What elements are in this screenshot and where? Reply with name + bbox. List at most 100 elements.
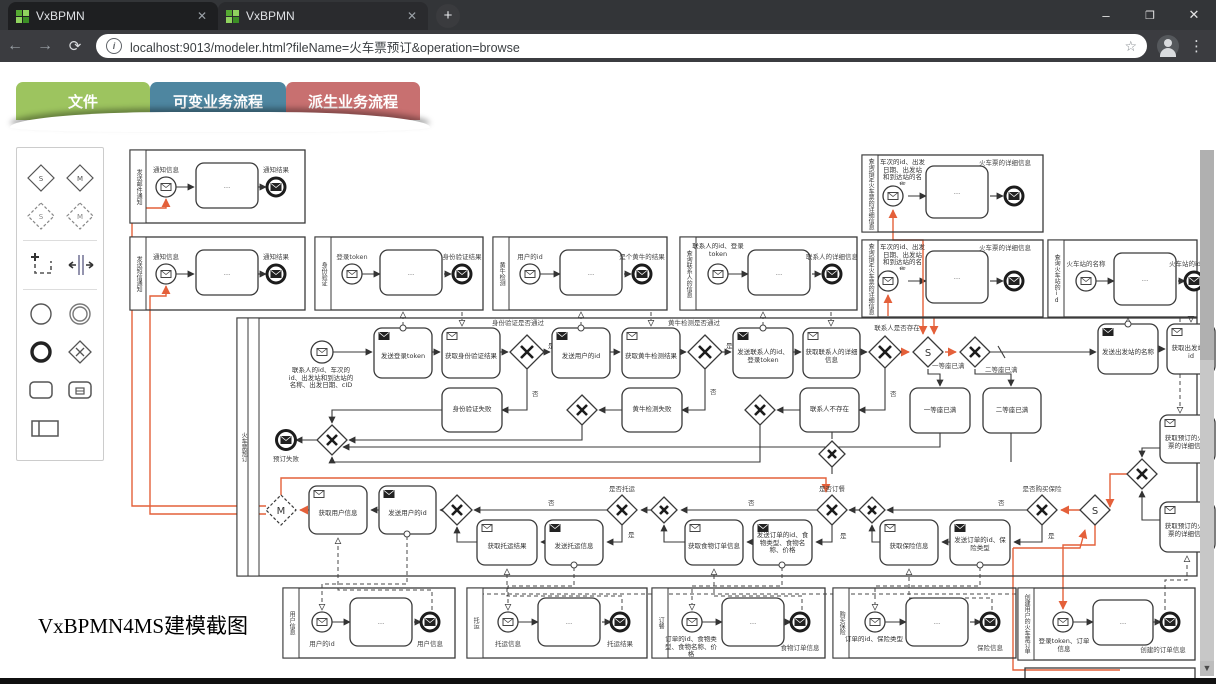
gateway-merge-insurance[interactable] (859, 497, 885, 523)
start-label: 订单的id、保险类型 (845, 636, 903, 656)
task-send-contact-id-token[interactable]: 发送联系人的id、登录token (733, 325, 793, 378)
task-get-user-info[interactable]: 获取用户信息 (309, 486, 367, 534)
task-get-scalper-result[interactable]: 获取黄牛检测结果 (622, 328, 680, 378)
palette-subprocess-icon[interactable] (64, 374, 96, 406)
gateway-merge-contact[interactable] (745, 395, 775, 425)
pool-label: 火车票预订 (237, 318, 249, 576)
start-label: 火车站的名称 (1067, 259, 1107, 268)
gateway-seat-merge[interactable] (960, 337, 990, 367)
gateway-contact-exists[interactable]: 联系人是否存在否 (869, 323, 920, 398)
end-label: 创建的订单信息 (1140, 645, 1186, 654)
profile-avatar[interactable] (1157, 35, 1179, 57)
end-label: 是个黄牛的结果 (619, 252, 665, 261)
task-contact-not-exist[interactable]: 联系人不存在 (800, 388, 859, 432)
palette-diamond-s-dashed[interactable]: S (25, 200, 57, 232)
start-label: 通知信息 (153, 252, 180, 261)
svg-text:是否购买保险: 是否购买保险 (1023, 484, 1063, 493)
gateway-merge-luggage[interactable] (442, 495, 472, 525)
forward-button[interactable]: → (30, 37, 60, 55)
scrollbar-down-arrow[interactable]: ▼ (1200, 661, 1214, 676)
palette-participant-icon[interactable] (29, 412, 61, 444)
palette-gateway-icon[interactable] (64, 336, 96, 368)
restore-button[interactable]: ❐ (1128, 9, 1172, 22)
close-tab-icon[interactable]: ✕ (194, 9, 210, 23)
tab-strip: VxBPMN ✕ VxBPMN ✕ + – ❐ ✕ (0, 0, 1216, 30)
browser-menu-icon[interactable]: ⋮ (1189, 37, 1204, 55)
bpmn-canvas[interactable]: 发送邮件通知 … 通知信息 通知结果 发送短信通知 … 通知信息 通知结果 身份… (0, 62, 1216, 684)
end-label: 预订失败 (273, 454, 300, 463)
close-tab-icon[interactable]: ✕ (404, 9, 420, 23)
url-text[interactable]: localhost:9013/modeler.html?fileName=火车票… (130, 37, 1116, 56)
task-send-food-order[interactable]: 发送订单的id、食物类型、食物名称、价格 (753, 520, 812, 568)
reload-button[interactable]: ⟳ (60, 37, 90, 55)
pool-food-order[interactable]: 订餐 … 订单的id、食物类型、食物名称、价格 食物订单信息 (652, 588, 825, 658)
new-tab-button[interactable]: + (436, 4, 460, 28)
tab-vxbpmn-2[interactable]: VxBPMN ✕ (218, 2, 428, 30)
task-send-insurance-order[interactable]: 发送订单的id、保险类型 (950, 520, 1010, 568)
pool-scalper-detection[interactable]: 黄牛检测 … 用户的id 是个黄牛的结果 (493, 237, 667, 310)
gateway-identity-ok[interactable]: 身份验证是否通过是否 (492, 318, 555, 398)
gateway-merge-food[interactable] (651, 497, 677, 523)
task-scalper-failed[interactable]: 黄牛检测失败 (622, 388, 682, 432)
start-label: 联系人的id、车次的id、出发站和到达站的名称、出发日期、cID (288, 367, 354, 405)
pool-query-ticket-detail-1[interactable]: 查询指定火车票的详细信息 … 车次的id、出发日期、出发站和到达站的名称 火车票… (862, 155, 1043, 232)
palette-lasso-tool-icon[interactable] (25, 249, 57, 281)
task-send-depart-station[interactable]: 发送出发站的名称 (1098, 321, 1158, 374)
pool-identity-verification[interactable]: 身份验证 … 登录token 身份验证结果 (315, 237, 483, 310)
tab-vxbpmn-1[interactable]: VxBPMN ✕ (8, 2, 218, 30)
task-get-luggage-result[interactable]: 获取托运结果 (477, 520, 537, 565)
task-label: … (408, 269, 415, 277)
gateway-ticket-merge[interactable] (1127, 459, 1157, 489)
gateway-merge-scalper[interactable] (567, 395, 597, 425)
svg-text:是否托运: 是否托运 (609, 484, 636, 493)
pool-send-sms-notice[interactable]: 发送短信通知 … 通知信息 通知结果 (130, 237, 305, 310)
minimize-button[interactable]: – (1084, 8, 1128, 23)
task-get-identity-result[interactable]: 获取身份验证结果 (442, 328, 500, 378)
pool-query-contact-info[interactable]: 查询联系人的信息 … 联系人的id、登录token 联系人的详细信息 (680, 237, 859, 310)
palette-diamond-s[interactable]: S (25, 162, 57, 194)
task-send-luggage-info[interactable]: 发送托运信息 (545, 520, 603, 568)
task-first-class-full[interactable]: 一等座已满 (910, 388, 970, 433)
palette-end-event-icon[interactable] (25, 336, 57, 368)
svg-text:是: 是 (840, 532, 847, 540)
task-send-user-id[interactable]: 发送用户的id (552, 325, 610, 378)
palette-intermediate-event-icon[interactable] (64, 298, 96, 330)
vertical-scrollbar[interactable]: ▼ (1200, 150, 1214, 676)
close-window-button[interactable]: ✕ (1172, 7, 1216, 23)
task-get-contact-detail[interactable]: 获取联系人的详细信息 (803, 328, 860, 378)
pool-query-ticket-detail-2[interactable]: 查询指定火车票的详细信息 … 车次的id、出发日期、出发站和到达站的名称 火车票… (862, 240, 1043, 317)
gateway-merge-fail[interactable] (317, 425, 347, 455)
task-second-class-full[interactable]: 二等座已满 (983, 388, 1041, 433)
pool-create-order[interactable]: 创建用户的火车票订单 … 登录token、订单信息 创建的订单信息 (1018, 588, 1195, 660)
gateway-s-order[interactable]: S (1080, 495, 1110, 525)
palette-diamond-m-dashed[interactable]: M (64, 200, 96, 232)
scrollbar-thumb[interactable] (1200, 150, 1214, 360)
task-get-insurance-info[interactable]: 获取保险信息 (880, 520, 938, 565)
task-send-login-token[interactable]: 发送登录token (374, 325, 432, 378)
gateway-mid-merge[interactable] (819, 441, 845, 467)
task-get-food-order[interactable]: 获取食物订单信息 (685, 520, 743, 565)
palette-diamond-m[interactable]: M (64, 162, 96, 194)
pool-luggage[interactable]: 托运 … 托运信息 托运结果 (467, 588, 647, 658)
back-button[interactable]: ← (0, 37, 30, 55)
pool-user-info[interactable]: 用户信息 … 用户的id 用户信息 (283, 588, 455, 658)
svg-text:S: S (925, 348, 931, 359)
gateway-m-variant[interactable]: M (266, 495, 296, 525)
task-label: … (566, 618, 573, 626)
task-label: … (954, 273, 961, 281)
bookmark-star-icon[interactable]: ☆ (1124, 38, 1137, 55)
vxbpmn-logo-icon (16, 10, 29, 23)
end-label: 托运结果 (607, 639, 634, 648)
pool-query-station-id[interactable]: 查询火车站的id … 火车站的名称 火车站的id (1048, 240, 1203, 317)
task-send-user-id-2[interactable]: 发送用户的id (379, 486, 436, 537)
pool-label: 身份验证 (315, 237, 331, 310)
pool-send-email-notice[interactable]: 发送邮件通知 … 通知信息 通知结果 (130, 150, 305, 223)
task-identity-failed[interactable]: 身份验证失败 (442, 388, 502, 432)
palette-start-event-icon[interactable] (25, 298, 57, 330)
address-bar[interactable]: i localhost:9013/modeler.html?fileName=火… (96, 34, 1147, 58)
palette-space-tool-icon[interactable] (64, 249, 96, 281)
end-label: 保险信息 (977, 643, 1004, 652)
svg-text:M: M (76, 213, 82, 221)
palette-task-icon[interactable] (25, 374, 57, 406)
site-info-icon[interactable]: i (106, 38, 122, 54)
